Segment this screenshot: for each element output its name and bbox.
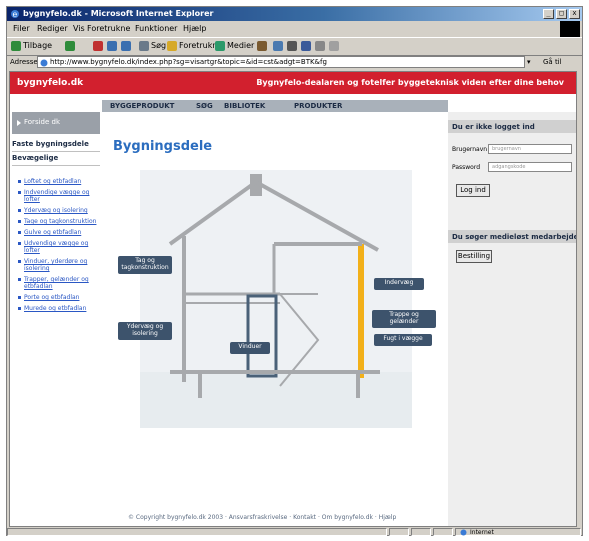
ground-area [140, 372, 412, 428]
address-label: Adresse [10, 58, 38, 66]
callout-window[interactable]: Vinduer [230, 342, 270, 354]
forward-icon[interactable] [65, 41, 75, 51]
status-message [7, 528, 387, 536]
callout-stairs[interactable]: Trappe og gelænder [372, 310, 436, 328]
nav-tab-produkter[interactable]: PRODUKTER [294, 102, 342, 110]
stop-icon[interactable] [93, 41, 103, 51]
history-icon[interactable] [257, 41, 267, 51]
back-icon[interactable] [11, 41, 21, 51]
status-cell [433, 528, 453, 536]
password-label: Password [452, 164, 481, 171]
globe-icon [460, 529, 467, 536]
windows-logo-icon [560, 21, 580, 37]
site-logo[interactable]: bygnyfelo.dk [17, 78, 83, 88]
address-bar: Adresse http://www.bygnyfelo.dk/index.ph… [7, 55, 582, 70]
menu-favorites[interactable]: Foretrukne [87, 24, 130, 33]
status-cell [411, 528, 431, 536]
callout-facade[interactable]: Ydervæg og isolering [118, 322, 172, 340]
messenger-icon[interactable] [329, 41, 339, 51]
minimize-button[interactable]: _ [543, 9, 554, 19]
nav-tab-sog[interactable]: SØG [196, 102, 213, 110]
address-dropdown-icon[interactable]: ▾ [527, 58, 531, 66]
signup-button[interactable]: Bestilling [456, 250, 492, 263]
svg-text:e: e [13, 10, 18, 19]
page-title: Bygningsdele [113, 139, 213, 154]
menu-help[interactable]: Hjælp [183, 24, 206, 33]
go-button[interactable]: Gå til [543, 58, 562, 66]
print-icon[interactable] [287, 41, 297, 51]
menu-bar: Filer Rediger Vis Foretrukne Funktioner … [7, 22, 582, 35]
sidebar-link[interactable]: Vinduer, yderdøre og isolering [18, 258, 104, 272]
status-bar: Internet [7, 528, 582, 536]
favorites-icon[interactable] [167, 41, 177, 51]
sidebar-top[interactable]: Forside dk [12, 112, 100, 134]
sidebar-link[interactable]: Murede og etbfadlan [18, 305, 104, 312]
sidebar-link[interactable]: Trapper, gelænder og etbfadlan [18, 276, 104, 290]
menu-tools[interactable]: Funktioner [135, 24, 177, 33]
sidebar-links: Loftet og etbfadlan Indvendige vægge og … [18, 178, 104, 316]
status-cell [389, 528, 409, 536]
ie-icon: e [11, 10, 19, 19]
house-diagram [140, 170, 412, 428]
sidebar-link[interactable]: Tage og tagkonstruktion [18, 218, 104, 225]
edit-icon[interactable] [301, 41, 311, 51]
browser-window: e bygnyfelo.dk - Microsoft Internet Expl… [6, 6, 583, 536]
media-icon[interactable] [215, 41, 225, 51]
close-button[interactable]: x [569, 9, 580, 19]
back-button[interactable]: Tilbage [23, 41, 52, 50]
menu-edit[interactable]: Rediger [37, 24, 68, 33]
window-title: bygnyfelo.dk - Microsoft Internet Explor… [23, 9, 214, 18]
maximize-button[interactable]: □ [556, 9, 567, 19]
sidebar-heading-faste[interactable]: Faste bygningsdele [12, 140, 100, 152]
insulated-wall [358, 244, 364, 378]
page-icon [40, 59, 48, 67]
menu-view[interactable]: Vis [73, 24, 85, 33]
status-zone: Internet [455, 528, 581, 536]
page-viewport: bygnyfelo.dk Bygnyfelo-dealaren og fotel… [9, 71, 577, 527]
sidebar-top-label: Forside dk [24, 118, 61, 126]
site-tagline: Bygnyfelo-dealaren og fotelfer byggetekn… [256, 78, 564, 87]
title-bar: e bygnyfelo.dk - Microsoft Internet Expl… [7, 7, 582, 21]
sidebar-link[interactable]: Loftet og etbfadlan [18, 178, 104, 185]
sidebar-link[interactable]: Udvendige vægge og lofter [18, 240, 104, 254]
refresh-icon[interactable] [107, 41, 117, 51]
address-input[interactable]: http://www.bygnyfelo.dk/index.php?sg=vis… [37, 56, 525, 68]
right-panel: Du er ikke logget ind Brugernavn brugern… [448, 112, 576, 526]
callout-moisture[interactable]: Fugt i vægge [374, 334, 432, 346]
sidebar-link[interactable]: Porte og etbfadlan [18, 294, 104, 301]
signup-heading: Du søger medieløst medarbejdet [448, 230, 576, 243]
mail-icon[interactable] [273, 41, 283, 51]
toolbar: Tilbage Søg Foretrukne Medier [7, 37, 582, 56]
menu-file[interactable]: Filer [13, 24, 30, 33]
arrow-icon [17, 120, 21, 126]
site-header: bygnyfelo.dk Bygnyfelo-dealaren og fotel… [10, 72, 576, 94]
login-heading: Du er ikke logget ind [448, 120, 576, 133]
callout-interior-wall[interactable]: Indervæg [374, 278, 424, 290]
nav-tab-byggeprodukt[interactable]: BYGGEPRODUKT [110, 102, 174, 110]
address-url: http://www.bygnyfelo.dk/index.php?sg=vis… [50, 58, 327, 66]
sidebar-link[interactable]: Ydervæg og isolering [18, 207, 104, 214]
zone-label: Internet [470, 529, 494, 536]
username-input[interactable]: brugernavn [488, 144, 572, 154]
search-button[interactable]: Søg [151, 41, 166, 50]
home-icon[interactable] [121, 41, 131, 51]
login-button[interactable]: Log ind [456, 184, 490, 197]
password-input[interactable]: adgangskode [488, 162, 572, 172]
username-label: Brugernavn [452, 146, 488, 153]
search-icon[interactable] [139, 41, 149, 51]
sidebar-heading-bevaegelige[interactable]: Bevægelige [12, 154, 100, 166]
media-button[interactable]: Medier [227, 41, 254, 50]
callout-roof[interactable]: Tag og tagkonstruktion [118, 256, 172, 274]
sidebar-link[interactable]: Gulve og etbfadlan [18, 229, 104, 236]
sidebar-link[interactable]: Indvendige vægge og lofter [18, 189, 104, 203]
nav-tab-bibliotek[interactable]: BIBLIOTEK [224, 102, 265, 110]
site-footer[interactable]: © Copyright bygnyfelo.dk 2003 · Ansvarsf… [128, 514, 396, 521]
discuss-icon[interactable] [315, 41, 325, 51]
